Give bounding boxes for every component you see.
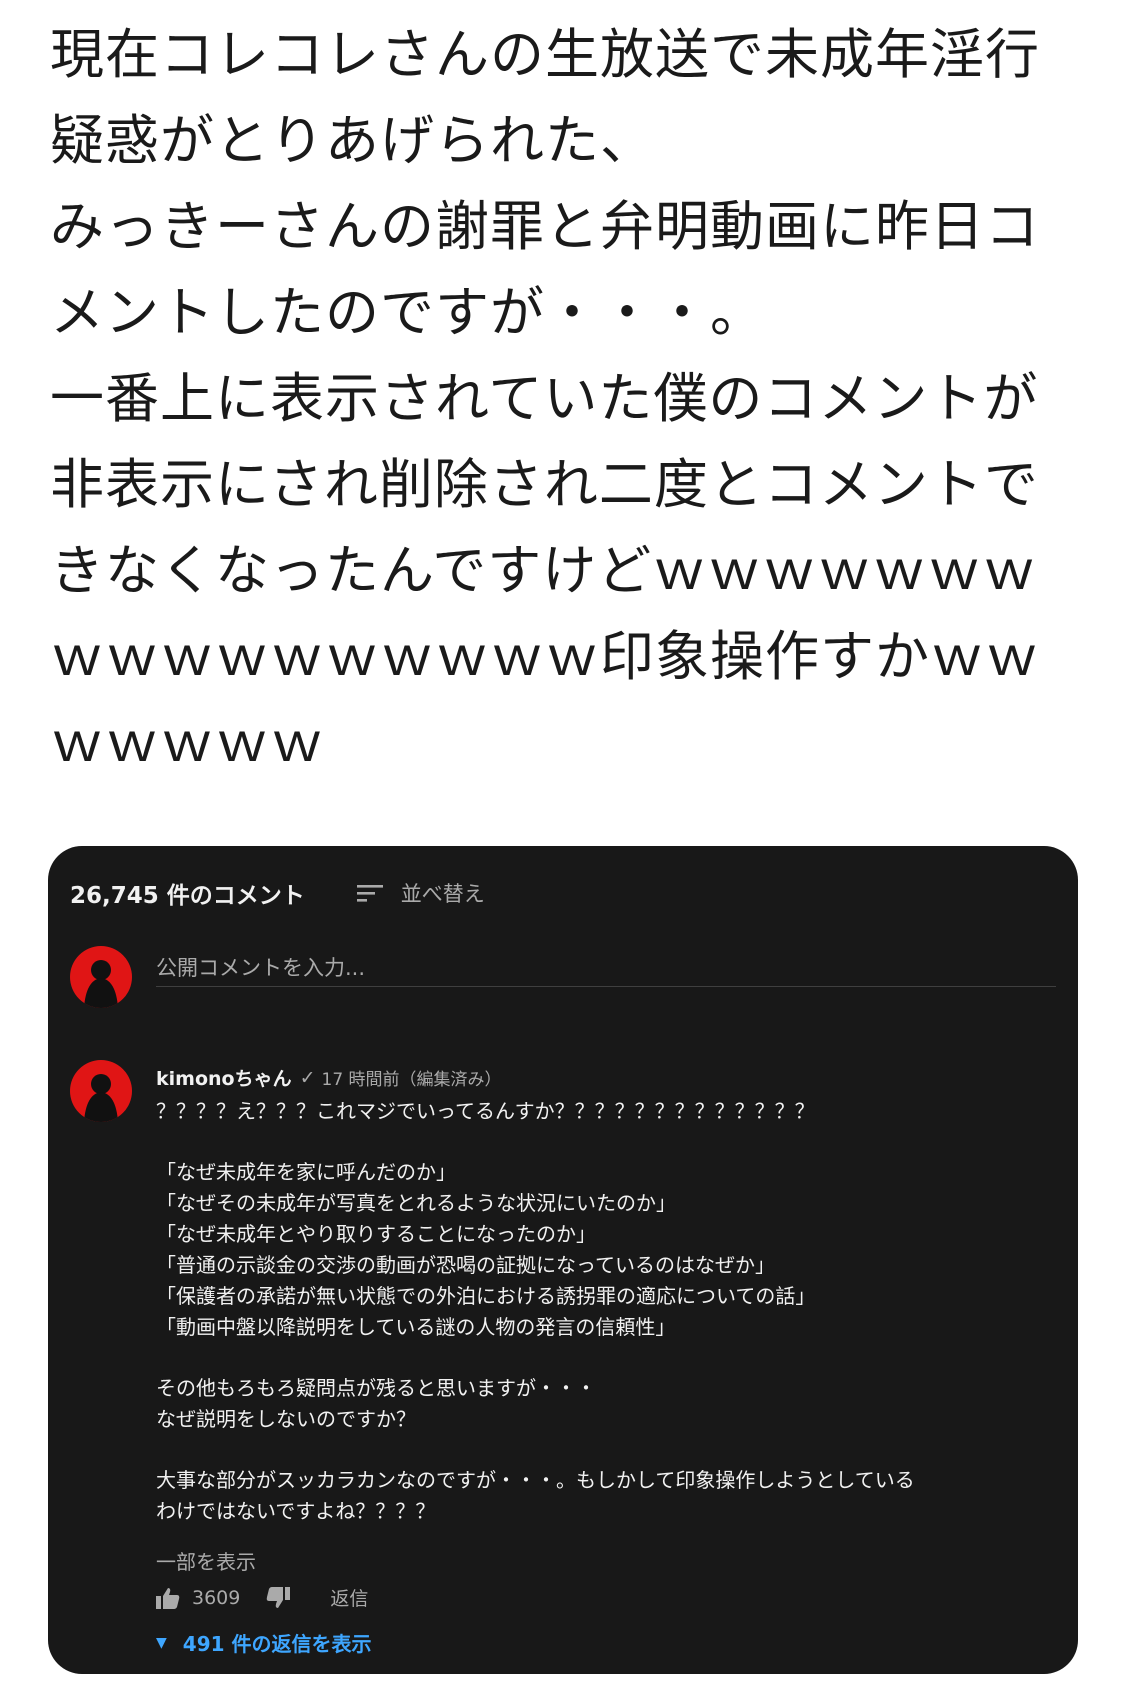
comment-line: 「動画中盤以降説明をしている謎の人物の発言の信頼性」 [156, 1315, 676, 1339]
sort-icon [356, 885, 383, 902]
post-line: きなくなったんですけどｗｗｗｗｗｗｗ [50, 539, 1038, 602]
reply-button[interactable]: 返信 [330, 1584, 368, 1611]
comment-line: なぜ説明をしないのですか？ [156, 1407, 416, 1431]
comments-header: 26,745 件のコメント 並べ替え [70, 876, 485, 910]
comment-time[interactable]: 17 時間前（編集済み） [322, 1065, 502, 1090]
comment-line: その他もろもろ疑問点が残ると思いますが・・・ [156, 1376, 596, 1400]
avatar-silhouette-icon [84, 1074, 118, 1122]
verified-check-icon: ✓ [299, 1066, 316, 1089]
comments-screenshot: 26,745 件のコメント 並べ替え 公開コメントを入力... kimonoちゃ… [48, 846, 1078, 1674]
comment-line: 「なぜその未成年が写真をとれるような状況にいたのか」 [156, 1191, 676, 1215]
like-icon[interactable] [156, 1587, 180, 1609]
like-count: 3609 [192, 1586, 241, 1609]
post-line: メントしたのですが・・・。 [50, 281, 765, 344]
comment-count: 26,745 件のコメント [70, 883, 305, 909]
comment-author[interactable]: kimonoちゃん [156, 1064, 292, 1091]
comment-input-placeholder: 公開コメントを入力... [156, 956, 366, 980]
post-line: 疑惑がとりあげられた、 [50, 109, 655, 172]
comment-meta: kimonoちゃん ✓ 17 時間前（編集済み） [156, 1064, 502, 1091]
post-line: ｗｗｗｗｗｗｗｗｗｗ印象操作すかｗｗ [50, 625, 1040, 688]
caret-down-icon: ▼ [156, 1634, 167, 1651]
comment-actions: 3609 返信 [156, 1584, 368, 1611]
avatar[interactable] [70, 946, 132, 1008]
comment-line: 大事な部分がスッカラカンなのですが・・・。もしかして印象操作しようとしている [156, 1468, 915, 1492]
comment-body: ？？？？え？？？これマジでいってるんすか？？？？？？？？？？？？？ 「なぜ未成年… [156, 1096, 1036, 1527]
post-line: 非表示にされ削除され二度とコメントで [50, 453, 1039, 516]
comment-line: ？？？？え？？？これマジでいってるんすか？？？？？？？？？？？？？ [156, 1099, 815, 1123]
show-less-link[interactable]: 一部を表示 [156, 1546, 256, 1575]
view-replies-label: 491 件の返信を表示 [182, 1632, 372, 1656]
post-line: 現在コレコレさんの生放送で未成年淫行 [50, 23, 1040, 86]
comment-line: 「普通の示談金の交渉の動画が恐喝の証拠になっているのはなぜか」 [156, 1253, 775, 1277]
comment-author-avatar[interactable] [70, 1060, 132, 1122]
sort-button[interactable]: 並べ替え [356, 878, 485, 908]
comment-line: 「なぜ未成年を家に呼んだのか」 [156, 1160, 456, 1184]
post-line: ｗｗｗｗｗ [50, 711, 325, 774]
comment-line: わけではないですよね？？？？ [156, 1499, 436, 1523]
dislike-icon[interactable] [266, 1586, 291, 1609]
post-line: みっきーさんの謝罪と弁明動画に昨日コ [50, 195, 1040, 258]
comment-input[interactable]: 公開コメントを入力... [156, 952, 1056, 987]
post-text: 現在コレコレさんの生放送で未成年淫行 疑惑がとりあげられた、 みっきーさんの謝罪… [50, 12, 1090, 786]
avatar-silhouette-icon [84, 960, 118, 1008]
sort-label: 並べ替え [400, 882, 485, 906]
comment-line: 「なぜ未成年とやり取りすることになったのか」 [156, 1222, 596, 1246]
comment-line: 「保護者の承諾が無い状態での外泊における誘拐罪の適応についての話」 [156, 1284, 816, 1308]
view-replies-button[interactable]: ▼ 491 件の返信を表示 [156, 1628, 372, 1657]
post-line: 一番上に表示されていた僕のコメントが [50, 367, 1039, 430]
